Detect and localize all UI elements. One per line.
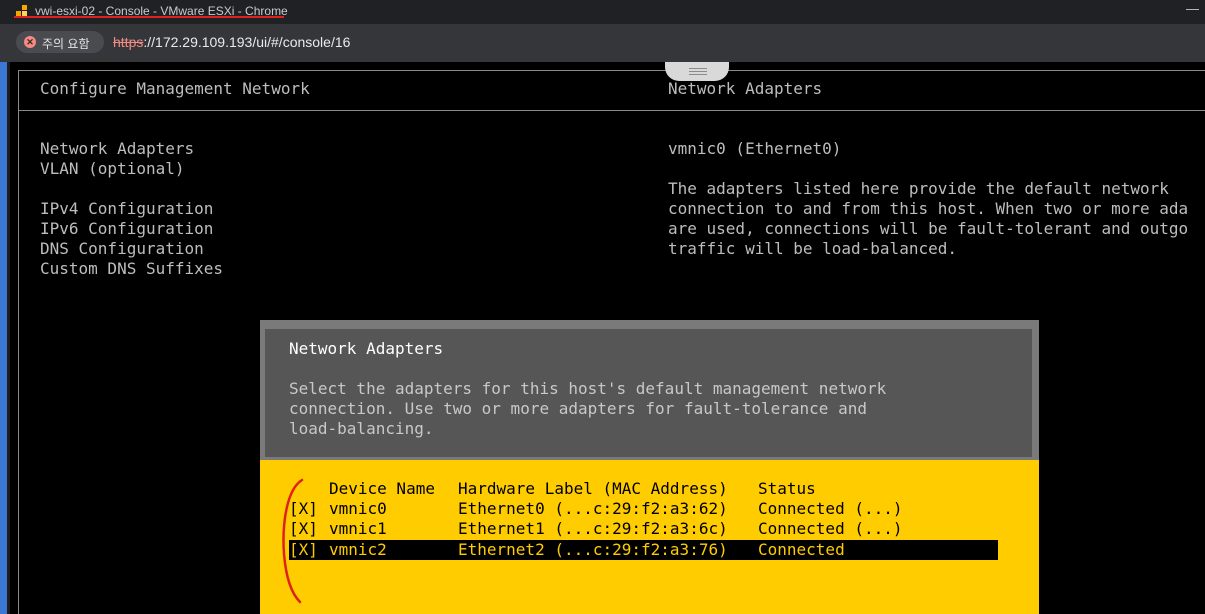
table-row-selected[interactable]: [X] vmnic2 Ethernet2 (...c:29:f2:a3:76) … <box>289 540 998 560</box>
description-line: connection to and from this host. When t… <box>668 199 1189 218</box>
menu-item-ipv6[interactable]: IPv6 Configuration <box>40 219 213 239</box>
menu-item-dns[interactable]: DNS Configuration <box>40 239 204 259</box>
menu-item-vlan[interactable]: VLAN (optional) <box>40 159 185 179</box>
menu-item-network-adapters[interactable]: Network Adapters <box>40 139 194 159</box>
url-scheme: https <box>113 34 144 50</box>
url-field[interactable]: https://172.29.109.193/ui/#/console/16 <box>113 34 350 50</box>
column-header-device: Device Name <box>329 479 435 498</box>
dialog-instructions-line: connection. Use two or more adapters for… <box>289 399 867 418</box>
browser-titlebar: vwi-esxi-02 - Console - VMware ESXi - Ch… <box>0 0 1205 24</box>
row-device: vmnic0 <box>329 499 387 518</box>
right-pane-title: Network Adapters <box>668 79 823 98</box>
description-line: The adapters listed here provide the def… <box>668 179 1169 198</box>
description-line: are used, connections will be fault-tole… <box>668 219 1189 238</box>
browser-left-edge <box>0 62 10 614</box>
description-line: traffic will be load-balanced. <box>668 239 957 258</box>
security-warning-label: 주의 요함 <box>42 37 90 51</box>
left-pane-title: Configure Management Network <box>40 79 310 98</box>
url-path: ://172.29.109.193/ui/#/console/16 <box>143 34 351 50</box>
minimize-button[interactable]: — <box>1186 1 1199 16</box>
annotation-underline <box>14 16 284 18</box>
dialog-instructions-line: load-balancing. <box>289 419 434 438</box>
column-header-hardware: Hardware Label (MAC Address) <box>458 479 728 498</box>
warning-icon: ✕ <box>24 36 36 48</box>
menu-item-dns-suffixes[interactable]: Custom DNS Suffixes <box>40 259 223 279</box>
row-status: Connected (...) <box>758 499 903 518</box>
address-bar: ✕ 주의 요함 https://172.29.109.193/ui/#/cons… <box>0 24 1205 62</box>
row-hardware: Ethernet1 (...c:29:f2:a3:6c) <box>458 519 728 538</box>
row-device: vmnic2 <box>329 540 387 559</box>
dialog-instructions-line: Select the adapters for this host's defa… <box>289 379 887 398</box>
row-device: vmnic1 <box>329 519 387 538</box>
security-warning-chip[interactable]: ✕ 주의 요함 <box>16 31 104 53</box>
network-adapters-dialog <box>260 320 1039 614</box>
console-frame-separator <box>18 110 1205 111</box>
esxi-console[interactable]: Configure Management Network Network Ada… <box>10 62 1205 614</box>
console-frame-left <box>18 70 19 614</box>
column-header-status: Status <box>758 479 816 498</box>
annotation-bracket <box>282 478 304 604</box>
row-status: Connected (...) <box>758 519 903 538</box>
menu-item-ipv4[interactable]: IPv4 Configuration <box>40 199 213 219</box>
dialog-title: Network Adapters <box>289 339 444 358</box>
row-status: Connected <box>758 540 845 559</box>
row-hardware: Ethernet0 (...c:29:f2:a3:62) <box>458 499 728 518</box>
selected-adapter-summary: vmnic0 (Ethernet0) <box>668 139 842 158</box>
console-frame-top <box>18 70 1205 71</box>
row-hardware: Ethernet2 (...c:29:f2:a3:76) <box>458 540 728 559</box>
